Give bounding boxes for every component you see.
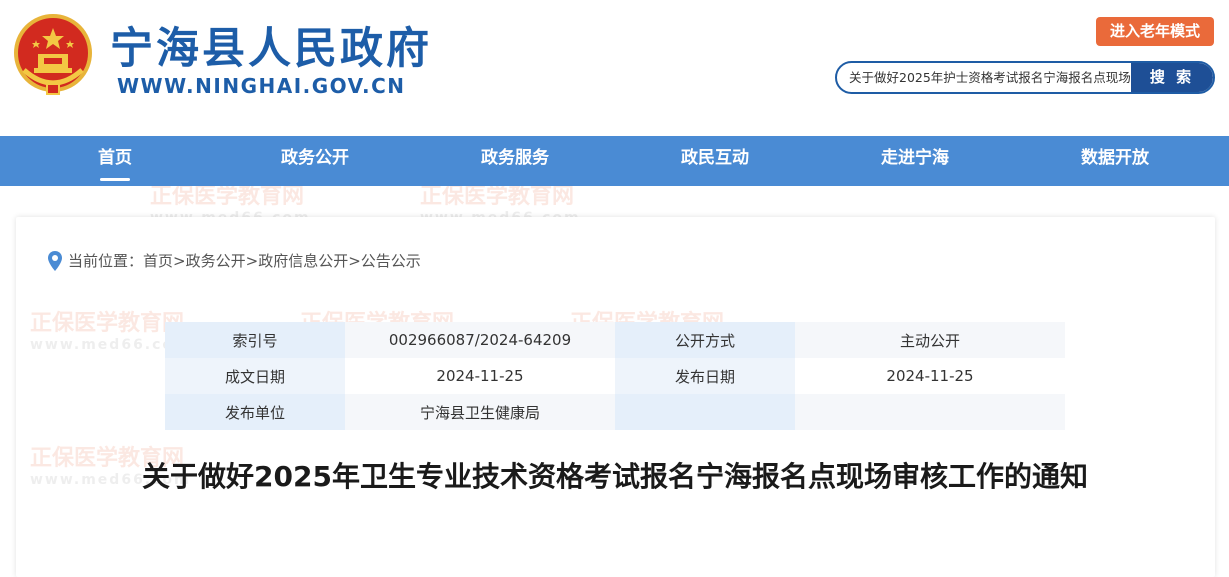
breadcrumb-prefix: 当前位置： bbox=[68, 252, 144, 270]
search-box: 关于做好2025年护士资格考试报名宁海报名点现场 搜 索 bbox=[835, 61, 1215, 94]
index-number-label: 索引号 bbox=[165, 322, 345, 358]
elder-mode-button[interactable]: 进入老年模式 bbox=[1096, 17, 1214, 46]
location-pin-icon bbox=[48, 250, 62, 271]
nav-item-about-ninghai[interactable]: 走进宁海 bbox=[860, 136, 970, 186]
main-nav: 首页 政务公开 政务服务 政民互动 走进宁海 数据开放 bbox=[0, 136, 1229, 186]
breadcrumb-announcements[interactable]: 公告公示 bbox=[361, 250, 421, 271]
breadcrumb-separator: > bbox=[173, 251, 186, 270]
nav-item-public-interaction[interactable]: 政民互动 bbox=[660, 136, 770, 186]
empty-cell bbox=[615, 394, 795, 430]
nav-item-label: 首页 bbox=[98, 148, 132, 168]
article-title: 关于做好2025年卫生专业技术资格考试报名宁海报名点现场审核工作的通知 bbox=[142, 460, 1088, 493]
site-header: 宁海县人民政府 WWW.NINGHAI.GOV.CN 进入老年模式 关于做好20… bbox=[0, 0, 1229, 136]
nav-item-open-data[interactable]: 数据开放 bbox=[1060, 136, 1170, 186]
publisher-label: 发布单位 bbox=[165, 394, 345, 430]
index-number-value: 002966087/2024-64209 bbox=[345, 322, 615, 358]
breadcrumb-home[interactable]: 首页 bbox=[143, 250, 173, 271]
nav-item-government-affairs[interactable]: 政务公开 bbox=[260, 136, 370, 186]
national-emblem-icon bbox=[14, 14, 92, 95]
nav-item-government-services[interactable]: 政务服务 bbox=[460, 136, 570, 186]
search-input[interactable]: 关于做好2025年护士资格考试报名宁海报名点现场 bbox=[849, 63, 1131, 92]
nav-item-home[interactable]: 首页 bbox=[65, 136, 165, 186]
empty-cell bbox=[795, 394, 1065, 430]
table-row: 索引号 002966087/2024-64209 公开方式 主动公开 bbox=[165, 322, 1065, 358]
open-mode-label: 公开方式 bbox=[615, 322, 795, 358]
breadcrumb-separator: > bbox=[348, 251, 361, 270]
published-date-label: 发布日期 bbox=[615, 358, 795, 394]
breadcrumb: 当前位置： 首页 > 政务公开 > 政府信息公开 > 公告公示 bbox=[48, 250, 421, 271]
breadcrumb-separator: > bbox=[245, 251, 259, 270]
site-url: WWW.NINGHAI.GOV.CN bbox=[117, 74, 406, 98]
document-info-table: 索引号 002966087/2024-64209 公开方式 主动公开 成文日期 … bbox=[165, 322, 1065, 430]
site-title: 宁海县人民政府 bbox=[110, 24, 432, 74]
created-date-label: 成文日期 bbox=[165, 358, 345, 394]
publisher-value: 宁海县卫生健康局 bbox=[345, 394, 615, 430]
published-date-value: 2024-11-25 bbox=[795, 358, 1065, 394]
active-indicator bbox=[100, 178, 130, 181]
breadcrumb-info-disclosure[interactable]: 政府信息公开 bbox=[258, 250, 348, 271]
table-row: 发布单位 宁海县卫生健康局 bbox=[165, 394, 1065, 430]
search-button[interactable]: 搜 索 bbox=[1131, 63, 1213, 92]
created-date-value: 2024-11-25 bbox=[345, 358, 615, 394]
open-mode-value: 主动公开 bbox=[795, 322, 1065, 358]
table-row: 成文日期 2024-11-25 发布日期 2024-11-25 bbox=[165, 358, 1065, 394]
breadcrumb-government-affairs[interactable]: 政务公开 bbox=[186, 250, 246, 271]
